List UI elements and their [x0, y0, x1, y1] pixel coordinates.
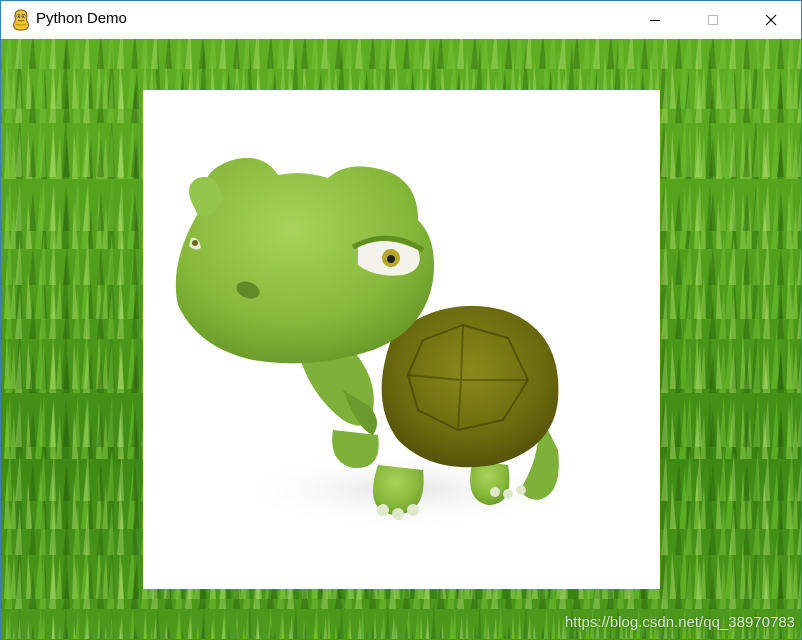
turtle-sprite	[143, 90, 660, 589]
close-button[interactable]	[742, 1, 800, 39]
minimize-icon	[649, 14, 661, 26]
app-window: Python Demo https://blog.csdn.net/qq_389…	[0, 0, 802, 640]
maximize-icon	[707, 14, 719, 26]
game-canvas[interactable]: https://blog.csdn.net/qq_38970783	[1, 39, 801, 639]
close-icon	[765, 14, 777, 26]
window-title: Python Demo	[36, 10, 127, 27]
turtle-image	[175, 157, 573, 530]
minimize-button[interactable]	[626, 1, 684, 39]
pygame-snake-icon	[11, 9, 31, 31]
title-bar[interactable]: Python Demo	[1, 1, 801, 39]
maximize-button[interactable]	[684, 1, 742, 39]
watermark-text: https://blog.csdn.net/qq_38970783	[564, 614, 795, 631]
